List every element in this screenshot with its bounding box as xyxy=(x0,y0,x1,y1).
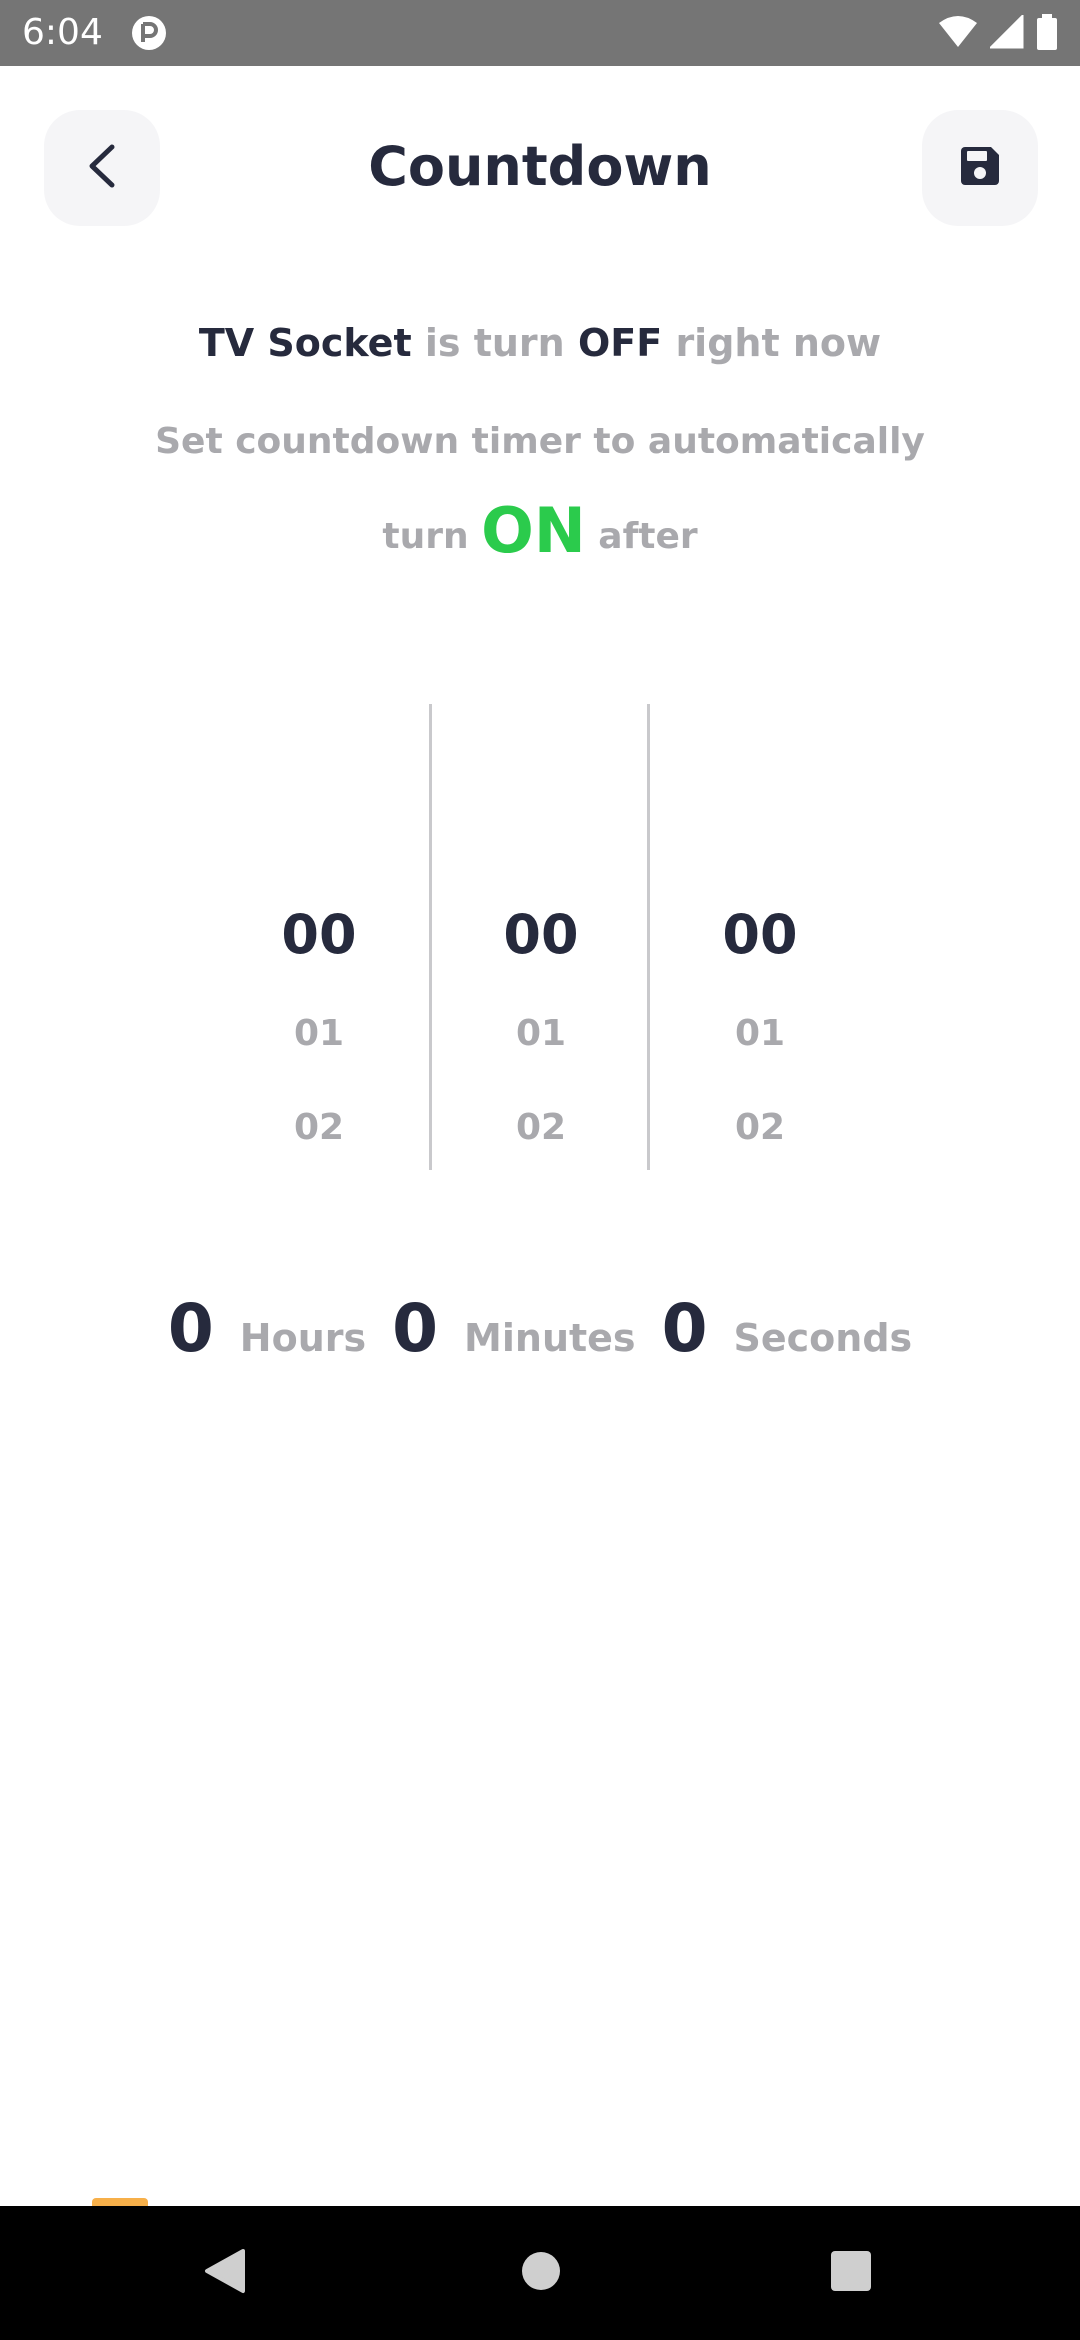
save-button[interactable] xyxy=(922,110,1038,226)
minutes-label: Minutes xyxy=(464,1316,636,1360)
nav-back-button[interactable] xyxy=(192,2240,258,2306)
status-time: 6:04 xyxy=(22,12,103,53)
picker-divider xyxy=(429,704,432,1170)
device-status-text: TV Socket is turn OFF right now xyxy=(0,316,1080,370)
minutes-option[interactable]: 01 xyxy=(461,1010,621,1058)
nav-recent-button[interactable] xyxy=(818,2240,884,2306)
seconds-value: 0 xyxy=(661,1290,708,1367)
nav-home-button[interactable] xyxy=(508,2240,574,2306)
seconds-label: Seconds xyxy=(733,1316,913,1360)
status-tail-text: right now xyxy=(675,321,882,365)
seconds-option[interactable]: 01 xyxy=(680,1010,840,1058)
save-floppy-icon xyxy=(957,143,1003,193)
hours-label: Hours xyxy=(239,1316,367,1360)
wifi-icon xyxy=(938,15,978,53)
battery-icon xyxy=(1036,14,1058,54)
device-name: TV Socket xyxy=(198,321,412,365)
duration-summary: 0 Hours 0 Minutes 0 Seconds xyxy=(0,1290,1080,1367)
instruction-line-1: Set countdown timer to automatically xyxy=(155,421,925,462)
app-notification-icon xyxy=(130,14,168,56)
hours-wheel[interactable]: 00 01 02 xyxy=(239,704,399,1170)
instruction-post: after xyxy=(598,516,698,557)
picker-divider xyxy=(647,704,650,1170)
cell-signal-icon xyxy=(988,13,1024,53)
time-picker: 00 01 02 00 01 02 00 01 02 xyxy=(0,704,1080,1170)
minutes-option[interactable]: 02 xyxy=(461,1104,621,1152)
hours-option[interactable]: 01 xyxy=(239,1010,399,1058)
minutes-wheel[interactable]: 00 01 02 xyxy=(461,704,621,1170)
seconds-option[interactable]: 02 xyxy=(680,1104,840,1152)
nav-home-icon xyxy=(519,2249,563,2297)
seconds-wheel[interactable]: 00 01 02 xyxy=(680,704,840,1170)
hours-value: 0 xyxy=(167,1290,214,1367)
instruction-pre: turn xyxy=(382,516,469,557)
hours-selected[interactable]: 00 xyxy=(239,900,399,970)
nav-recent-icon xyxy=(829,2249,873,2297)
instruction-line-2: turn ON after xyxy=(0,496,1080,572)
page-title: Countdown xyxy=(368,135,712,198)
status-mid-text: is turn xyxy=(424,321,565,365)
hours-option[interactable]: 02 xyxy=(239,1104,399,1152)
system-nav-bar xyxy=(0,2206,1080,2340)
minutes-selected[interactable]: 00 xyxy=(461,900,621,970)
status-icons xyxy=(938,13,1058,54)
bottom-sheet-handle[interactable] xyxy=(92,2198,148,2206)
seconds-selected[interactable]: 00 xyxy=(680,900,840,970)
device-state: OFF xyxy=(577,321,663,365)
status-bar: 6:04 xyxy=(0,0,1080,66)
minutes-value: 0 xyxy=(392,1290,439,1367)
action-on-label: ON xyxy=(481,494,586,567)
nav-back-icon xyxy=(203,2247,247,2299)
